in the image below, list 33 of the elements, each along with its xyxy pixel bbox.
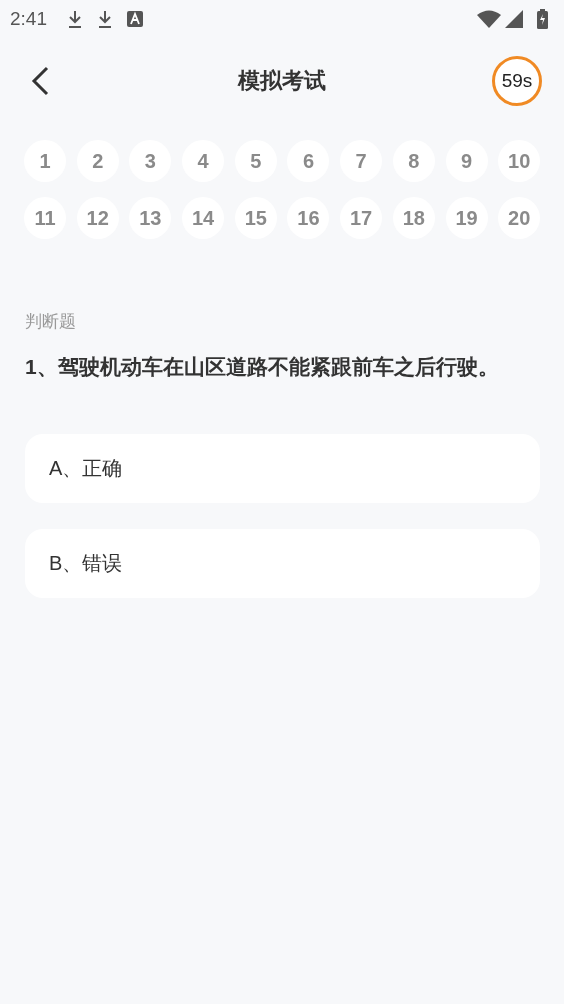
question-number-button[interactable]: 6 [287,140,330,182]
answer-option[interactable]: B、错误 [25,529,540,598]
question-number-button[interactable]: 7 [340,140,383,182]
countdown-timer: 59s [492,56,542,106]
question-type: 判断题 [25,311,77,333]
question-number-button[interactable]: 3 [129,140,172,182]
question-text: 1、驾驶机动车在山区道路不能紧跟前车之后行驶。 [25,354,500,380]
question-number-button[interactable]: 2 [76,140,119,182]
wifi-icon [477,10,501,28]
question-number-button[interactable]: 5 [234,140,277,182]
battery-icon [537,9,548,29]
question-number-button[interactable]: 11 [24,197,66,239]
answer-option[interactable]: A、正确 [25,434,540,503]
question-number-button[interactable]: 9 [445,140,488,182]
download-icon [67,9,83,29]
status-time: 2:41 [10,8,47,30]
question-number-button[interactable]: 12 [76,197,119,239]
question-number-button[interactable]: 13 [129,197,172,239]
question-number-button[interactable]: 17 [340,197,383,239]
question-number-button[interactable]: 20 [498,197,541,239]
question-number-button[interactable]: 16 [287,197,330,239]
question-number-button[interactable]: 18 [392,197,435,239]
question-number-button[interactable]: 4 [182,140,225,182]
download-icon [97,9,113,29]
question-number-button[interactable]: 15 [234,197,277,239]
signal-icon [505,10,523,28]
page-title: 模拟考试 [238,67,326,95]
question-number-button[interactable]: 8 [392,140,435,182]
question-number-button[interactable]: 19 [445,197,488,239]
app-notification-icon [127,11,143,27]
question-number-button[interactable]: 14 [182,197,225,239]
question-number-button[interactable]: 1 [24,140,66,182]
question-number-button[interactable]: 10 [498,140,541,182]
